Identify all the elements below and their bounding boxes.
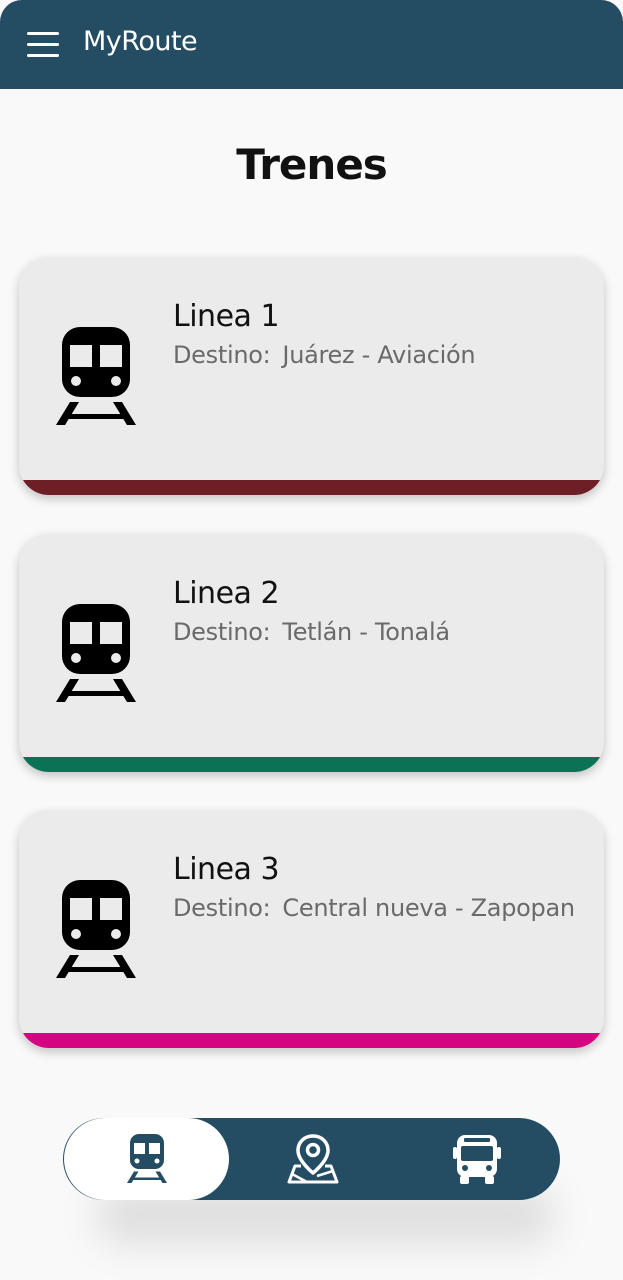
- line-color-stripe: [19, 1033, 604, 1048]
- destination-value: Juárez - Aviación: [282, 341, 476, 369]
- nav-trains-tab[interactable]: [64, 1118, 229, 1200]
- map-pin-icon: [287, 1134, 339, 1184]
- app-title: MyRoute: [83, 26, 198, 57]
- destination-value: Tetlán - Tonalá: [282, 618, 450, 646]
- app-bar: MyRoute: [0, 0, 623, 89]
- menu-icon[interactable]: [27, 32, 59, 58]
- bottom-nav: [63, 1118, 560, 1200]
- train-icon: [126, 1134, 167, 1183]
- line-destination: Destino: Central nueva - Zapopan: [173, 894, 575, 922]
- destination-label: Destino:: [173, 341, 271, 369]
- train-icon: [56, 880, 136, 978]
- bus-icon: [453, 1135, 501, 1184]
- line-card-3[interactable]: Linea 3 Destino: Central nueva - Zapopan: [19, 810, 604, 1048]
- nav-bus-tab[interactable]: [435, 1118, 519, 1200]
- train-icon: [56, 327, 136, 425]
- destination-label: Destino:: [173, 894, 271, 922]
- destination-value: Central nueva - Zapopan: [282, 894, 575, 922]
- line-color-stripe: [19, 757, 604, 772]
- train-icon: [56, 604, 136, 702]
- line-destination: Destino: Tetlán - Tonalá: [173, 618, 450, 646]
- line-card-1[interactable]: Linea 1 Destino: Juárez - Aviación: [19, 257, 604, 495]
- line-destination: Destino: Juárez - Aviación: [173, 341, 476, 369]
- line-card-2[interactable]: Linea 2 Destino: Tetlán - Tonalá: [19, 534, 604, 772]
- line-color-stripe: [19, 480, 604, 495]
- page-title: Trenes: [236, 140, 388, 189]
- line-name: Linea 3: [173, 852, 280, 887]
- line-name: Linea 1: [173, 299, 280, 334]
- destination-label: Destino:: [173, 618, 271, 646]
- nav-map-tab[interactable]: [271, 1118, 355, 1200]
- line-name: Linea 2: [173, 576, 280, 611]
